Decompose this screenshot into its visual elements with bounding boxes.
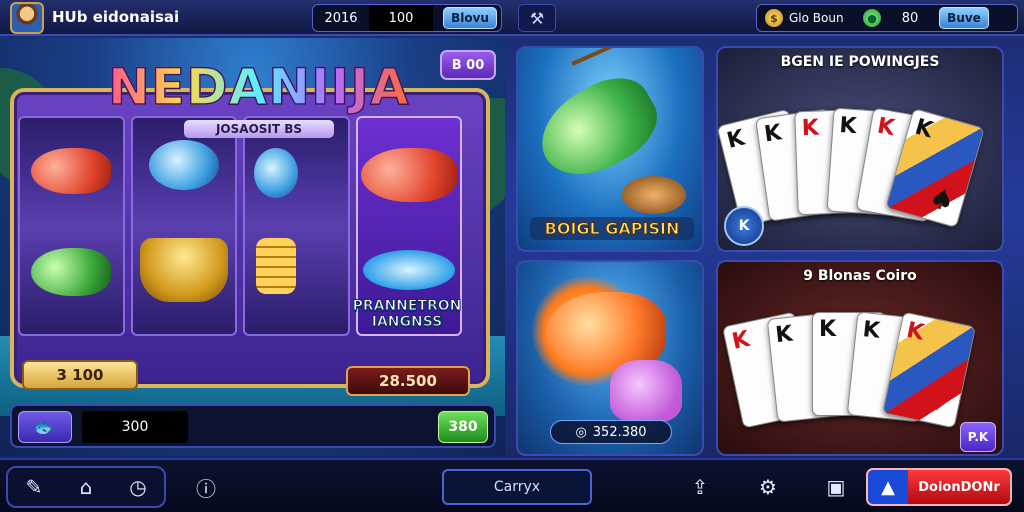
clock-icon[interactable]: ◷ — [122, 471, 154, 503]
reel-3 — [243, 116, 350, 336]
card-rank: K — [912, 114, 936, 143]
coins-icon — [255, 238, 296, 294]
card-rank: K — [801, 114, 820, 141]
gold-coin-icon: $ — [765, 9, 783, 27]
edit-icon[interactable]: ✎ — [18, 471, 50, 503]
win-plate-right: 28.500 — [346, 366, 470, 396]
bet-amount-field[interactable]: 300 — [82, 411, 188, 443]
share-icon[interactable]: ⇪ — [684, 471, 716, 503]
bonus-button[interactable]: Buve — [939, 7, 989, 29]
slot-controls: 🐟 300 380 — [10, 404, 496, 448]
tile-poker-game-2[interactable]: 9 Blonas Coiro K♥K♣K♠K♠K♥ P.K — [716, 260, 1004, 456]
bottom-nav: ✎ ⌂ ◷ ⓘ Carryx ⇪ ⚙ ▣ ▲ DoionDONr — [0, 458, 1024, 512]
tool-icon[interactable]: ⚒ — [518, 4, 556, 32]
nav-group: ✎ ⌂ ◷ — [6, 466, 166, 508]
reel-1 — [18, 116, 125, 336]
top-bar: HUb eidonaisai 2016 100 Blovu ⚒ $ Glo Bo… — [0, 0, 1024, 36]
balance-value-2: 100 — [369, 5, 433, 31]
card-rank: K — [819, 317, 837, 342]
app-icon: ▲ — [868, 470, 908, 504]
fish-icon[interactable]: 🐟 — [18, 411, 72, 443]
bonus-pill: $ Glo Boun ● 80 Buve — [756, 4, 1018, 32]
card-rank: K — [904, 317, 927, 346]
tile-fire-fish-game[interactable]: ◎ 352.380 — [516, 260, 704, 456]
poker2-title: 9 Blonas Coiro — [803, 268, 917, 284]
red-fish-icon — [360, 148, 457, 202]
info-icon[interactable]: ⓘ — [190, 471, 222, 503]
spin-button[interactable]: 380 — [438, 411, 488, 443]
fishing-rod-icon — [571, 48, 674, 66]
gold-pot-icon — [139, 238, 228, 302]
avatar[interactable] — [10, 2, 44, 34]
wallet-icon[interactable]: ▣ — [820, 471, 852, 503]
slot-panel: B 00 NEDANIIJA JOSAOSIT BS PRANNETRON IA… — [0, 38, 505, 456]
bonus-label: Glo Boun — [789, 11, 844, 25]
balance-button[interactable]: Blovu — [443, 7, 497, 29]
balance-pill: 2016 100 Blovu — [312, 4, 502, 32]
download-label: DoionDONr — [918, 479, 1000, 495]
lure-icon — [622, 176, 686, 214]
fire-amount-value: 352.380 — [592, 424, 647, 440]
poker1-badge[interactable]: K — [724, 206, 764, 246]
pink-creature-icon — [610, 360, 682, 422]
card-suit: ♥ — [922, 382, 954, 420]
coin-icon: ◎ — [575, 424, 587, 440]
card-rank: K — [762, 119, 784, 147]
tile-poker-game-1[interactable]: BGEN IE POWINGJES K♠K♣K♥K♠K♥K♠ K — [716, 46, 1004, 252]
green-fish-icon — [31, 248, 112, 296]
promo-text: PRANNETRON IANGNSS — [352, 298, 462, 331]
game-logo-subtitle: JOSAOSIT BS — [184, 120, 334, 138]
poker2-badge[interactable]: P.K — [960, 422, 996, 452]
red-fish-icon — [31, 148, 112, 194]
green-fish-icon — [526, 63, 670, 193]
bonus-value: 80 — [901, 10, 919, 26]
bet-pill[interactable]: B 00 — [440, 50, 496, 80]
green-coin-icon: ● — [863, 9, 881, 27]
card-rank: K — [724, 125, 748, 154]
settings-icon[interactable]: ⚙ — [752, 471, 784, 503]
card-rank: K — [861, 317, 882, 344]
card-rank: K — [729, 326, 752, 355]
card-suit: ♠ — [925, 179, 959, 219]
fishing-caption: BOIGL GAPISIN — [530, 217, 694, 240]
fire-amount-pill: ◎ 352.380 — [550, 420, 672, 444]
splash-icon — [362, 250, 455, 290]
right-nav-icons: ⇪ ⚙ ▣ — [684, 471, 852, 503]
home-icon[interactable]: ⌂ — [70, 471, 102, 503]
blue-fish-icon — [253, 148, 298, 198]
app-title: HUb eidonaisai — [52, 8, 180, 26]
balance-value-1: 2016 — [324, 10, 358, 26]
card-rank: K — [838, 112, 858, 139]
reel-2 — [130, 116, 237, 336]
download-button[interactable]: ▲ DoionDONr — [866, 468, 1012, 506]
card-rank: K — [774, 321, 794, 349]
tile-fishing-game[interactable]: BOIGL GAPISIN — [516, 46, 704, 252]
card-rank: K — [875, 113, 897, 141]
poker1-title: BGEN IE POWINGJES — [780, 54, 940, 70]
blue-fish-icon — [148, 140, 219, 190]
app-root: HUb eidonaisai 2016 100 Blovu ⚒ $ Glo Bo… — [0, 0, 1024, 512]
win-plate-left: 3 100 — [22, 360, 138, 390]
center-button[interactable]: Carryx — [442, 469, 592, 505]
game-logo: NEDANIIJA — [107, 57, 410, 117]
